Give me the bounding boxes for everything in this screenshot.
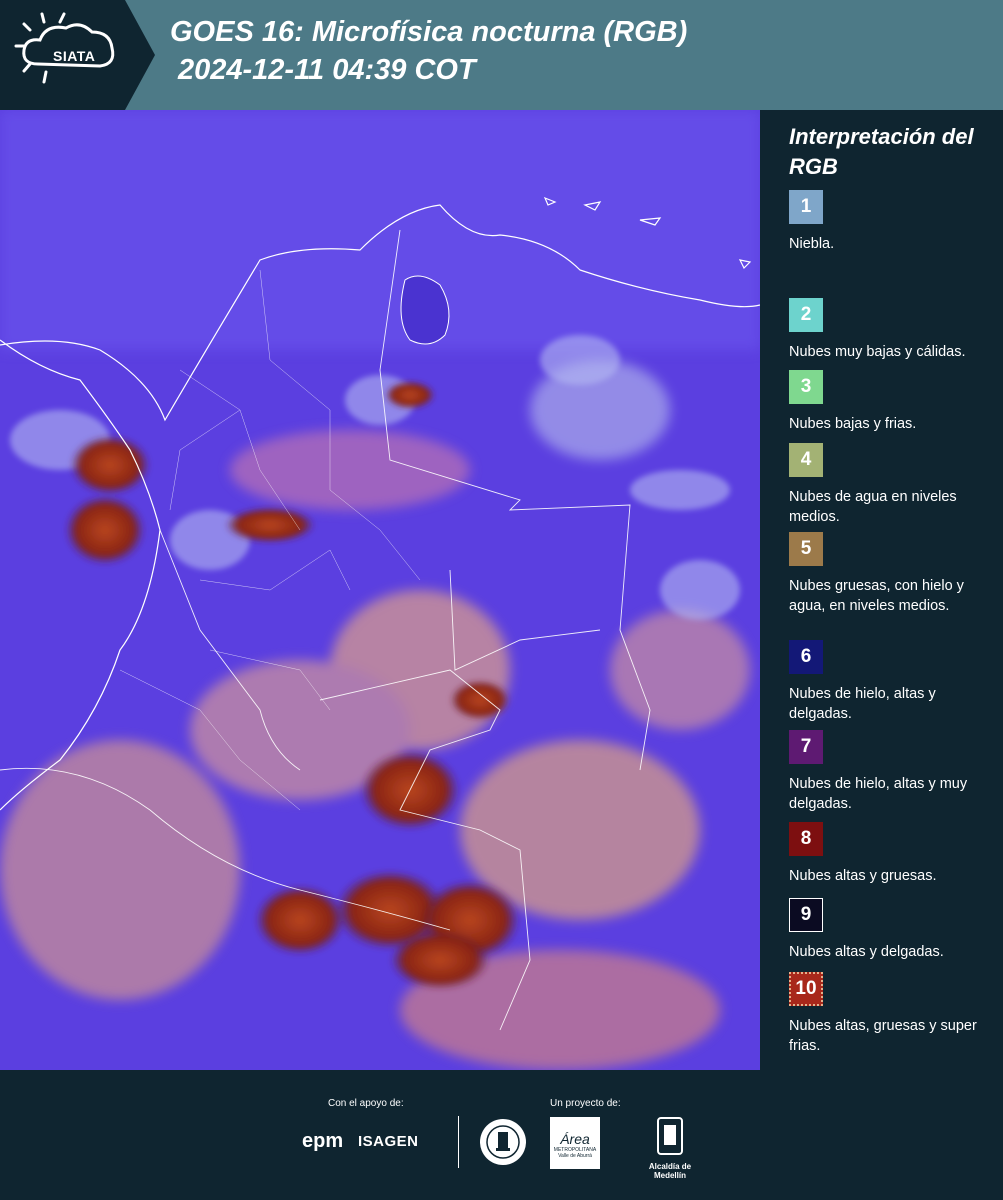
- legend-label: Nubes altas y gruesas.: [789, 868, 937, 884]
- legend-swatch: 5: [789, 532, 823, 566]
- epm-logo: epm: [302, 1130, 344, 1152]
- alcaldia-medellin-logo: Alcaldía de Medellín: [638, 1117, 702, 1180]
- legend-label: Nubes gruesas, con hielo y agua, en nive…: [789, 578, 964, 614]
- legend-label: Nubes de agua en niveles medios.: [789, 489, 957, 525]
- legend-label: Niebla.: [789, 236, 835, 252]
- legend-swatch: 2: [789, 298, 823, 332]
- siata-brand-text: SIATA: [53, 48, 96, 64]
- legend-item: 8 Nubes altas y gruesas.: [789, 822, 994, 886]
- area-logo-subtext: METROPOLITANA Valle de Aburrá: [553, 1147, 597, 1159]
- legend-label: Nubes bajas y frias.: [789, 416, 917, 432]
- isagen-logo: ISAGEN: [358, 1133, 419, 1150]
- area-logo-text: Área: [560, 1131, 590, 1147]
- legend-swatch: 10: [789, 972, 823, 1006]
- legend-label: Nubes muy bajas y cálidas.: [789, 344, 966, 360]
- timestamp: 2024-12-11 04:39 COT: [178, 54, 476, 86]
- legend-label: Nubes altas, gruesas y super frias.: [789, 1018, 977, 1054]
- header-bar: SIATA GOES 16: Microfísica nocturna (RGB…: [0, 0, 1003, 110]
- satellite-map[interactable]: [0, 110, 760, 1070]
- legend-swatch: 6: [789, 640, 823, 674]
- legend-label: Nubes de hielo, altas y muy delgadas.: [789, 776, 968, 812]
- legend-item: 5 Nubes gruesas, con hielo y agua, en niv…: [789, 532, 994, 616]
- legend-item: 7 Nubes de hielo, altas y muy delgadas.: [789, 730, 994, 814]
- legend-item: 10 Nubes altas, gruesas y super frias.: [789, 972, 994, 1056]
- medellin-text: Alcaldía de Medellín: [648, 1162, 692, 1180]
- legend-label: Nubes altas y delgadas.: [789, 944, 944, 960]
- legend-swatch: 4: [789, 443, 823, 477]
- municipal-seal-logo: [478, 1117, 528, 1167]
- legend-item: 6 Nubes de hielo, altas y delgadas.: [789, 640, 994, 724]
- legend-item: 3 Nubes bajas y frias.: [789, 370, 994, 434]
- legend-label: Nubes de hielo, altas y delgadas.: [789, 686, 936, 722]
- footer-divider: [458, 1116, 459, 1168]
- support-caption: Con el apoyo de:: [328, 1098, 404, 1109]
- area-metropolitana-logo: Área METROPOLITANA Valle de Aburrá: [550, 1117, 600, 1169]
- legend-swatch: 1: [789, 190, 823, 224]
- legend-panel: Interpretación del RGB 1 Niebla. 2 Nubes mu…: [760, 110, 1003, 1070]
- legend-title: Interpretación del RGB: [789, 124, 974, 179]
- legend-item: 4 Nubes de agua en niveles medios.: [789, 443, 994, 527]
- project-caption: Un proyecto de:: [550, 1098, 621, 1109]
- page-title: GOES 16: Microfísica nocturna (RGB): [170, 16, 688, 48]
- legend-item: 2 Nubes muy bajas y cálidas.: [789, 298, 994, 362]
- siata-logo: SIATA: [0, 0, 155, 110]
- footer: Con el apoyo de: Un proyecto de: epm ISA…: [0, 1070, 1003, 1200]
- legend-swatch: 8: [789, 822, 823, 856]
- legend-swatch: 7: [789, 730, 823, 764]
- legend-item: 9 Nubes altas y delgadas.: [789, 898, 994, 962]
- legend-swatch: 3: [789, 370, 823, 404]
- legend-item: 1 Niebla.: [789, 190, 994, 254]
- legend-swatch: 9: [789, 898, 823, 932]
